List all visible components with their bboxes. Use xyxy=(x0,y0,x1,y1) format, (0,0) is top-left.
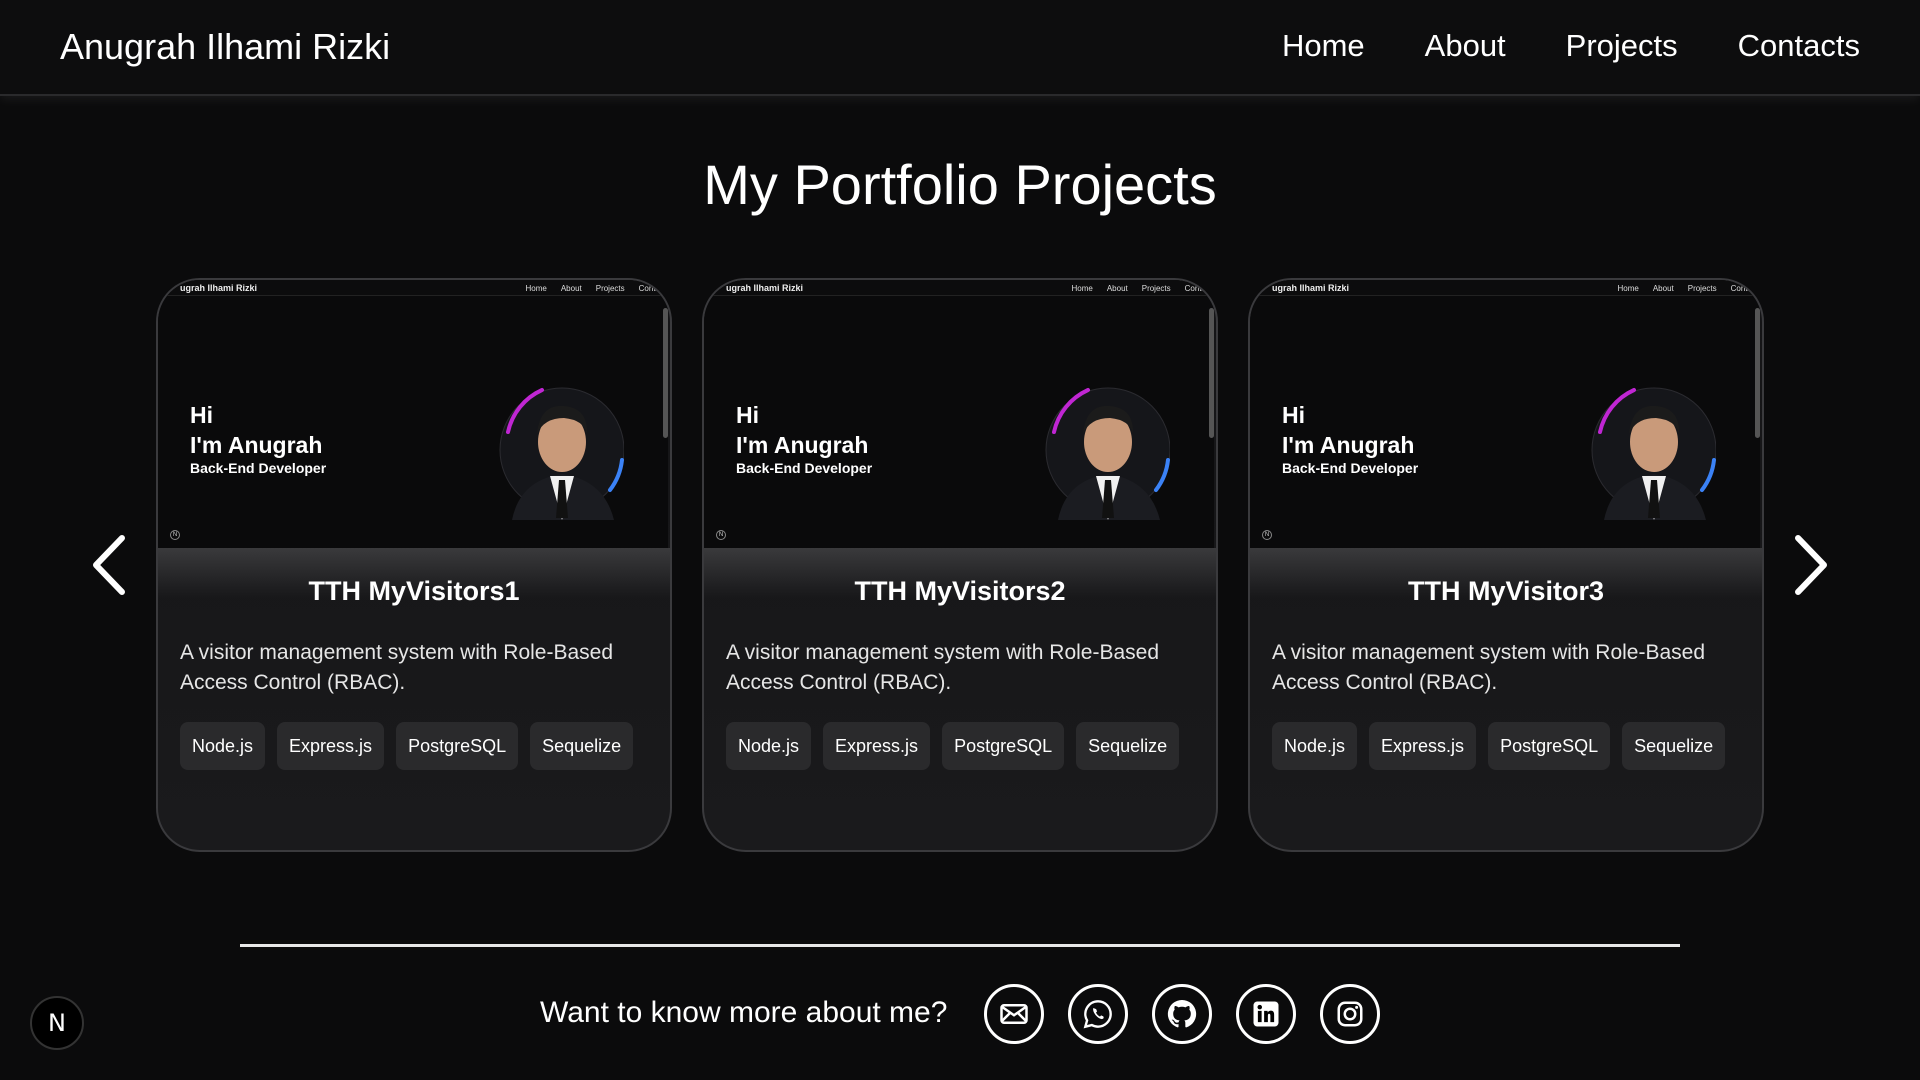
github-icon xyxy=(1167,999,1197,1028)
whatsapp-icon xyxy=(1083,1000,1112,1029)
preview-nav-item: Projects xyxy=(1141,284,1171,293)
preview-scrollbar xyxy=(1209,308,1214,438)
preview-role: Back-End Developer xyxy=(190,460,327,476)
site-brand[interactable]: Anugrah Ilhami Rizki xyxy=(60,26,390,68)
preview-greeting-line: I'm Anugrah xyxy=(190,432,323,458)
preview-brand: ugrah Ilhami Rizki xyxy=(1272,283,1350,293)
preview-greeting: Hi I'm Anugrah xyxy=(190,400,322,460)
tech-tag: Node.js xyxy=(726,722,812,770)
preview-nav-item: Conta xyxy=(638,284,660,293)
tech-tag: Express.js xyxy=(277,722,385,770)
preview-nav: Home About Projects Conta xyxy=(1617,284,1752,293)
nav-projects[interactable]: Projects xyxy=(1566,28,1678,64)
project-card[interactable]: ugrah Ilhami Rizki Home About Projects C… xyxy=(156,278,672,852)
preview-greeting-line: Hi xyxy=(736,402,759,428)
linkedin-link[interactable] xyxy=(1236,984,1296,1044)
main-nav: Home About Projects Contacts xyxy=(1282,28,1860,64)
email-link[interactable] xyxy=(984,984,1044,1044)
tech-tag: Sequelize xyxy=(530,722,634,770)
preview-nav-item: About xyxy=(1106,284,1128,293)
nav-contacts[interactable]: Contacts xyxy=(1738,28,1860,64)
project-description: A visitor management system with Role-Ba… xyxy=(726,641,1160,694)
carousel-next-button[interactable] xyxy=(1782,530,1842,600)
preview-brand: ugrah Ilhami Rizki xyxy=(726,283,804,293)
contact-prompt: Want to know more about me? xyxy=(540,996,948,1029)
preview-greeting-line: I'm Anugrah xyxy=(1282,432,1415,458)
email-icon xyxy=(1000,1004,1028,1024)
instagram-link[interactable] xyxy=(1320,984,1380,1044)
nav-home[interactable]: Home xyxy=(1282,28,1365,64)
site-header: Anugrah Ilhami Rizki Home About Projects… xyxy=(0,0,1920,96)
preview-greeting-line: I'm Anugrah xyxy=(736,432,869,458)
tech-tag: Express.js xyxy=(823,722,931,770)
preview-nextjs-badge: N xyxy=(716,530,726,540)
preview-nextjs-badge: N xyxy=(1262,530,1272,540)
project-card[interactable]: ugrah Ilhami Rizki Home About Projects C… xyxy=(702,278,1218,852)
carousel-prev-button[interactable] xyxy=(78,530,138,600)
preview-scrollbar xyxy=(1755,308,1760,438)
avatar-portrait xyxy=(1045,387,1170,520)
project-tags: Node.js Express.js PostgreSQL Sequelize xyxy=(180,722,634,770)
project-card[interactable]: ugrah Ilhami Rizki Home About Projects C… xyxy=(1248,278,1764,852)
project-tags: Node.js Express.js PostgreSQL Sequelize xyxy=(726,722,1180,770)
instagram-icon xyxy=(1337,1001,1363,1027)
project-preview-image: ugrah Ilhami Rizki Home About Projects C… xyxy=(704,280,1214,548)
section-divider xyxy=(240,944,1680,947)
github-link[interactable] xyxy=(1152,984,1212,1044)
nav-about[interactable]: About xyxy=(1425,28,1506,64)
tech-tag: Sequelize xyxy=(1622,722,1726,770)
project-preview-image: ugrah Ilhami Rizki Home About Projects C… xyxy=(158,280,668,548)
project-tags: Node.js Express.js PostgreSQL Sequelize xyxy=(1272,722,1726,770)
preview-role: Back-End Developer xyxy=(736,460,873,476)
preview-nav: Home About Projects Conta xyxy=(1071,284,1206,293)
project-preview-image: ugrah Ilhami Rizki Home About Projects C… xyxy=(1250,280,1760,548)
preview-brand: ugrah Ilhami Rizki xyxy=(180,283,258,293)
preview-nav-item: About xyxy=(560,284,582,293)
preview-nav-item: Projects xyxy=(595,284,625,293)
project-description: A visitor management system with Role-Ba… xyxy=(180,641,614,694)
social-links xyxy=(984,984,1380,1044)
linkedin-icon xyxy=(1253,1001,1279,1027)
tech-tag: PostgreSQL xyxy=(1488,722,1611,770)
preview-nav: Home About Projects Conta xyxy=(525,284,660,293)
preview-greeting-line: Hi xyxy=(1282,402,1305,428)
tech-tag: Express.js xyxy=(1369,722,1477,770)
preview-greeting: Hi I'm Anugrah xyxy=(736,400,868,460)
avatar-portrait xyxy=(1591,387,1716,520)
preview-nav-item: Projects xyxy=(1687,284,1717,293)
preview-nav-item: Conta xyxy=(1730,284,1752,293)
avatar-portrait xyxy=(499,387,624,520)
preview-greeting: Hi I'm Anugrah xyxy=(1282,400,1414,460)
preview-nextjs-badge: N xyxy=(170,530,180,540)
project-title: TTH MyVisitors1 xyxy=(308,576,520,606)
tech-tag: Sequelize xyxy=(1076,722,1180,770)
chevron-right-icon xyxy=(1795,535,1827,595)
preview-nav-item: Home xyxy=(525,284,547,293)
project-description: A visitor management system with Role-Ba… xyxy=(1272,641,1706,694)
nextjs-dev-badge[interactable]: N xyxy=(30,996,84,1050)
tech-tag: PostgreSQL xyxy=(942,722,1065,770)
tech-tag: Node.js xyxy=(180,722,266,770)
chevron-left-icon xyxy=(93,535,125,595)
preview-scrollbar xyxy=(663,308,668,438)
project-carousel: ugrah Ilhami Rizki Home About Projects C… xyxy=(156,278,1764,852)
preview-nav-item: Home xyxy=(1071,284,1093,293)
preview-greeting-line: Hi xyxy=(190,402,213,428)
preview-nav-item: Home xyxy=(1617,284,1639,293)
project-title: TTH MyVisitor3 xyxy=(1407,576,1605,606)
whatsapp-link[interactable] xyxy=(1068,984,1128,1044)
preview-nav-item: About xyxy=(1652,284,1674,293)
page-title: My Portfolio Projects xyxy=(703,153,1217,216)
project-title: TTH MyVisitors2 xyxy=(854,576,1066,606)
tech-tag: Node.js xyxy=(1272,722,1358,770)
tech-tag: PostgreSQL xyxy=(396,722,519,770)
preview-nav-item: Conta xyxy=(1184,284,1206,293)
preview-role: Back-End Developer xyxy=(1282,460,1419,476)
